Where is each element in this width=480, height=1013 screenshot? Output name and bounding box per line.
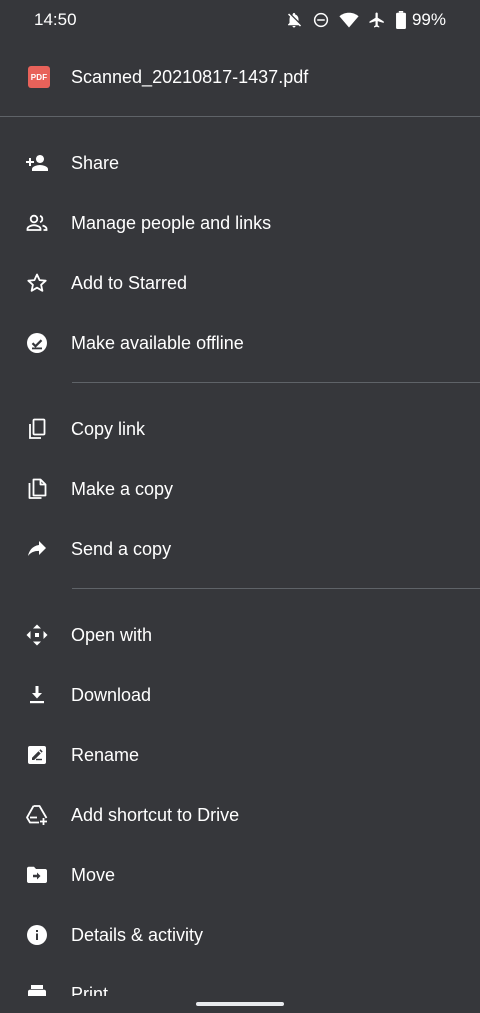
menu-label-manage-people: Manage people and links bbox=[71, 212, 272, 233]
status-time: 14:50 bbox=[34, 10, 77, 29]
drive-shortcut-icon bbox=[24, 802, 50, 828]
menu-item-add-starred[interactable]: Add to Starred bbox=[0, 253, 480, 313]
menu-label-print: Print bbox=[71, 983, 109, 997]
file-header: PDF Scanned_20210817-1437.pdf bbox=[0, 52, 480, 102]
section-divider bbox=[72, 382, 480, 383]
star-outline-icon bbox=[24, 270, 50, 296]
clip-zone: Print bbox=[0, 960, 480, 996]
menu-item-add-shortcut[interactable]: Add shortcut to Drive bbox=[0, 785, 480, 845]
menu-label-move: Move bbox=[71, 864, 116, 885]
rename-icon bbox=[24, 742, 50, 768]
menu-item-print[interactable]: Print bbox=[0, 964, 480, 996]
menu-item-rename[interactable]: Rename bbox=[0, 725, 480, 785]
do-not-disturb-icon bbox=[312, 11, 330, 29]
person-add-icon bbox=[24, 150, 50, 176]
menu-label-make-offline: Make available offline bbox=[71, 332, 244, 353]
menu-label-send-copy: Send a copy bbox=[71, 538, 172, 559]
menu-label-rename: Rename bbox=[71, 744, 140, 765]
menu-item-details[interactable]: Details & activity bbox=[0, 905, 480, 965]
menu-label-add-shortcut: Add shortcut to Drive bbox=[71, 804, 240, 825]
menu-item-share[interactable]: Share bbox=[0, 133, 480, 193]
menu-label-share: Share bbox=[71, 152, 120, 173]
menu-label-add-starred: Add to Starred bbox=[71, 272, 188, 293]
menu-item-move[interactable]: Move bbox=[0, 845, 480, 905]
notifications-off-icon bbox=[285, 11, 303, 29]
battery-icon bbox=[395, 11, 407, 29]
offline-check-icon bbox=[24, 330, 50, 356]
status-icons: 99% bbox=[285, 10, 446, 30]
file-copy-icon bbox=[24, 476, 50, 502]
menu-label-make-copy: Make a copy bbox=[71, 478, 174, 499]
copy-link-icon bbox=[24, 416, 50, 442]
menu-label-details: Details & activity bbox=[71, 924, 204, 945]
battery-percent: 99% bbox=[411, 10, 446, 29]
menu-item-send-copy[interactable]: Send a copy bbox=[0, 519, 480, 579]
people-outline-icon bbox=[24, 210, 50, 236]
info-icon bbox=[24, 922, 50, 948]
section-divider bbox=[72, 588, 480, 589]
menu-label-download: Download bbox=[71, 684, 152, 705]
move-to-folder-icon bbox=[24, 862, 50, 888]
file-name: Scanned_20210817-1437.pdf bbox=[71, 66, 309, 87]
open-with-icon bbox=[24, 622, 50, 648]
menu-item-copy-link[interactable]: Copy link bbox=[0, 399, 480, 459]
download-icon bbox=[24, 682, 50, 708]
menu-item-make-offline[interactable]: Make available offline bbox=[0, 313, 480, 373]
print-icon bbox=[24, 981, 50, 996]
forward-arrow-icon bbox=[24, 536, 50, 562]
header-divider bbox=[0, 116, 480, 117]
pdf-file-icon: PDF bbox=[28, 66, 50, 88]
menu-label-copy-link: Copy link bbox=[71, 418, 146, 439]
menu-item-manage-people[interactable]: Manage people and links bbox=[0, 193, 480, 253]
gesture-nav-handle[interactable] bbox=[196, 1002, 284, 1006]
menu-item-make-copy[interactable]: Make a copy bbox=[0, 459, 480, 519]
menu-item-download[interactable]: Download bbox=[0, 665, 480, 725]
airplane-mode-icon bbox=[368, 11, 386, 29]
menu-label-open-with: Open with bbox=[71, 624, 153, 645]
menu-item-open-with[interactable]: Open with bbox=[0, 605, 480, 665]
wifi-icon bbox=[339, 11, 359, 29]
status-bar: 14:50 99% bbox=[0, 0, 480, 40]
